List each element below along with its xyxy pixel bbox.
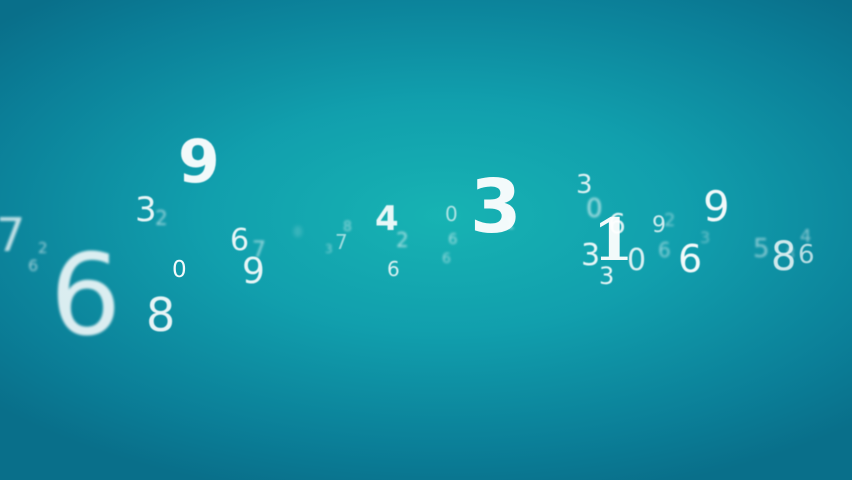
number-background-scene: 7 2 6 6 3 2 9 8 0 6 7 9 0 8 7 3 4 2 6 6 … [0,0,852,480]
digit: 9 [242,251,265,292]
digit: 3 [599,262,615,290]
digit: 8 [146,288,176,342]
digit: 1 [505,214,516,233]
digit: 9 [178,127,220,197]
digit: 6 [448,230,458,248]
digit: 1 [593,206,634,274]
digit: 8 [786,246,795,262]
digit: 2 [155,206,168,230]
digit: 2 [664,210,676,231]
digit: 3 [700,228,711,247]
digit: 6 [658,238,671,262]
digit: 6 [678,237,703,281]
digit: 9 [703,182,730,231]
digit: 0 [294,225,302,239]
digit: 0 [445,202,458,226]
digit: 0 [172,257,187,283]
digit: 6 [798,240,815,270]
digit: 6 [50,231,122,361]
digit: 3 [325,242,333,256]
digit: 6 [442,251,451,267]
digit: 2 [38,239,48,257]
digit: 3 [135,190,157,230]
digit: 6 [387,257,400,281]
digit: 7 [0,208,26,262]
digit: 2 [396,228,409,252]
digit: 5 [753,234,770,264]
digit: 7 [335,230,348,254]
digit: 6 [28,256,39,275]
